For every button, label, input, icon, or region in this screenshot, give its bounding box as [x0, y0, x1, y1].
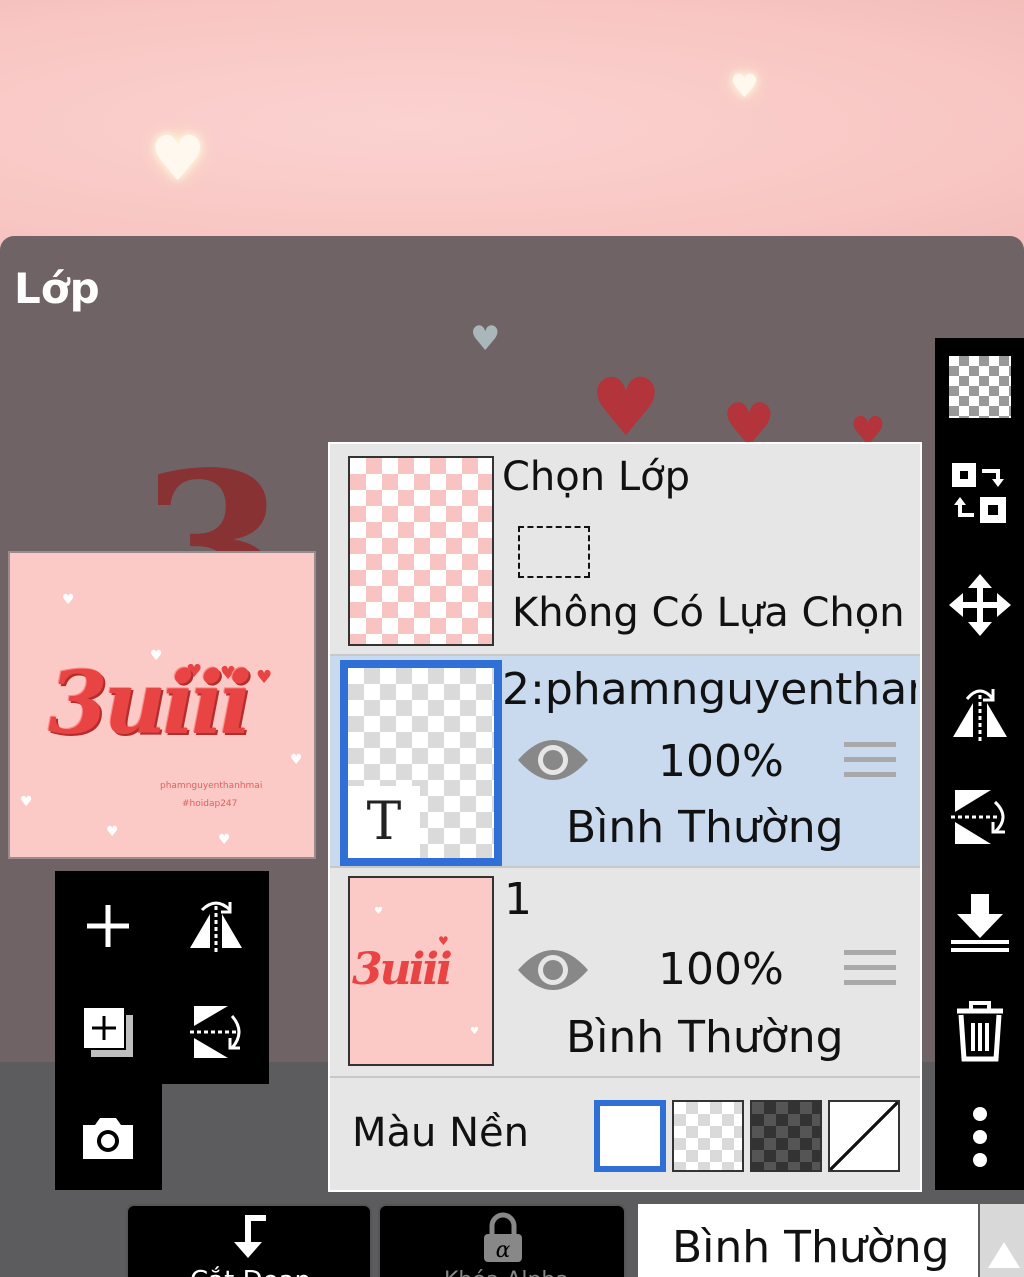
canvas-area[interactable]: ♥ ♥ [0, 0, 1024, 250]
layer-blend-mode: Bình Thường [566, 802, 844, 853]
lock-icon: α [484, 1212, 522, 1263]
heart-decoration-icon: ♥ [438, 934, 449, 948]
blend-mode-value: Bình Thường [672, 1222, 950, 1273]
trash-icon [957, 1001, 1003, 1062]
layer-blend-mode: Bình Thường [566, 1012, 844, 1063]
drag-handle-icon[interactable] [844, 950, 896, 994]
flip-horizontal-icon [190, 901, 242, 952]
clipping-label: Cắt Đoạn [190, 1266, 311, 1277]
layer-row[interactable]: T 2:phamnguyenthar 100% Bình Thường [330, 656, 920, 868]
selection-thumbnail [348, 456, 494, 646]
heart-decoration-icon: ♥ [730, 67, 759, 105]
bg-swatch-none[interactable] [828, 1100, 900, 1172]
flip-horizontal-icon [953, 689, 1007, 741]
flip-vertical-layer-button[interactable] [949, 786, 1011, 848]
swap-layer-icon [952, 463, 1006, 523]
preview-credit: phamnguyenthanhmai [160, 781, 263, 791]
text-layer-badge: T [348, 786, 420, 858]
svg-text:α: α [496, 1238, 511, 1263]
thumbnail-artwork-text: 3uiii [352, 944, 453, 995]
eye-icon [518, 740, 588, 780]
flip-vertical-icon [190, 1006, 241, 1058]
flip-horizontal-layer-button[interactable] [949, 680, 1011, 742]
drag-handle-icon[interactable] [844, 742, 896, 786]
layer-panel: Lớp 3 ♥ ♥ ♥ ♥ ♥ ♥ ♥ ♥ ♥ ♥ ♥ ♥ ♥ 3uiii ph… [0, 236, 1024, 1277]
more-icon [973, 1107, 987, 1167]
preview-hashtag: #hoidap247 [182, 799, 238, 809]
swap-layer-button[interactable] [949, 462, 1011, 524]
layer-name: 2:phamnguyenthar [502, 664, 916, 715]
panel-title: Lớp [14, 264, 100, 313]
heart-decoration-icon: ♥ [106, 824, 119, 840]
blend-mode-dropdown[interactable] [980, 1204, 1024, 1277]
background-color-row: Màu Nền [330, 1078, 920, 1190]
text-type-icon: T [366, 792, 402, 852]
clipping-button[interactable]: Cắt Đoạn [126, 1204, 372, 1277]
layer-row[interactable]: 3uiii ♥ ♥ ♥ 1 100% Bình Thường [330, 868, 920, 1078]
heart-decoration-icon: ♥ [218, 832, 231, 848]
flip-horizontal-button[interactable] [176, 886, 256, 966]
merge-down-button[interactable] [949, 892, 1011, 954]
alpha-lock-button[interactable]: α Khóa Alpha [378, 1204, 626, 1277]
bg-swatch-white[interactable] [594, 1100, 666, 1172]
heart-decoration-icon: ♥ [150, 122, 206, 195]
transparency-button[interactable] [949, 356, 1011, 418]
layer-visibility-toggle[interactable] [516, 734, 590, 790]
camera-import-button[interactable] [68, 1098, 148, 1178]
flip-vertical-icon [951, 790, 1005, 844]
move-icon [949, 574, 1011, 636]
selection-status: Không Có Lựa Chọn [512, 590, 905, 636]
alpha-lock-label: Khóa Alpha [444, 1268, 569, 1277]
heart-decoration-icon: ♥ [470, 1026, 479, 1037]
background-color-label: Màu Nền [352, 1110, 529, 1156]
right-toolbar [935, 338, 1024, 1190]
blend-mode-select[interactable]: Bình Thường [638, 1204, 978, 1277]
selection-layer-row[interactable]: Chọn Lớp Không Có Lựa Chọn [330, 444, 920, 656]
layer-name: 1 [504, 874, 532, 925]
heart-decoration-icon: ♥ [20, 794, 33, 810]
heart-decoration-icon: ♥ [256, 667, 273, 688]
camera-icon [83, 1118, 133, 1159]
preview-artwork-text: 3uiii [48, 653, 252, 754]
layers-list: Chọn Lớp Không Có Lựa Chọn T 2:phamnguye… [328, 442, 922, 1192]
merge-down-icon [951, 894, 1009, 952]
canvas-preview[interactable]: ♥ ♥ ♥ ♥ ♥ ♥ ♥ ♥ ♥ 3uiii phamnguyenthanhm… [8, 551, 316, 859]
more-options-button[interactable] [949, 1106, 1011, 1168]
heart-decoration-icon: ♥ [470, 319, 501, 359]
layer-opacity[interactable]: 100% [658, 736, 784, 787]
layer-thumbnail: T [340, 660, 502, 866]
plus-icon [87, 905, 129, 947]
clip-arrow-icon [234, 1215, 266, 1258]
selection-title: Chọn Lớp [502, 454, 690, 500]
heart-decoration-icon: ♥ [290, 752, 303, 768]
add-layer-button[interactable] [68, 886, 148, 966]
bg-swatch-transparent-dark[interactable] [750, 1100, 822, 1172]
layer-opacity[interactable]: 100% [658, 944, 784, 995]
move-layer-button[interactable] [949, 574, 1011, 636]
delete-layer-button[interactable] [949, 1000, 1011, 1062]
chevron-up-icon [988, 1242, 1020, 1268]
bg-swatch-transparent-light[interactable] [672, 1100, 744, 1172]
eye-icon [518, 950, 588, 990]
heart-decoration-icon: ♥ [590, 361, 662, 454]
selection-marquee-icon [518, 526, 590, 578]
flip-vertical-button[interactable] [176, 992, 256, 1072]
layer-visibility-toggle[interactable] [516, 944, 590, 1000]
heart-decoration-icon: ♥ [374, 906, 383, 917]
add-copy-layer-button[interactable] [68, 992, 148, 1072]
add-layer-icon [82, 1006, 133, 1057]
heart-decoration-icon: ♥ [62, 592, 75, 608]
transparency-checker-icon [949, 356, 1011, 418]
layer-thumbnail: 3uiii ♥ ♥ ♥ [348, 876, 494, 1066]
